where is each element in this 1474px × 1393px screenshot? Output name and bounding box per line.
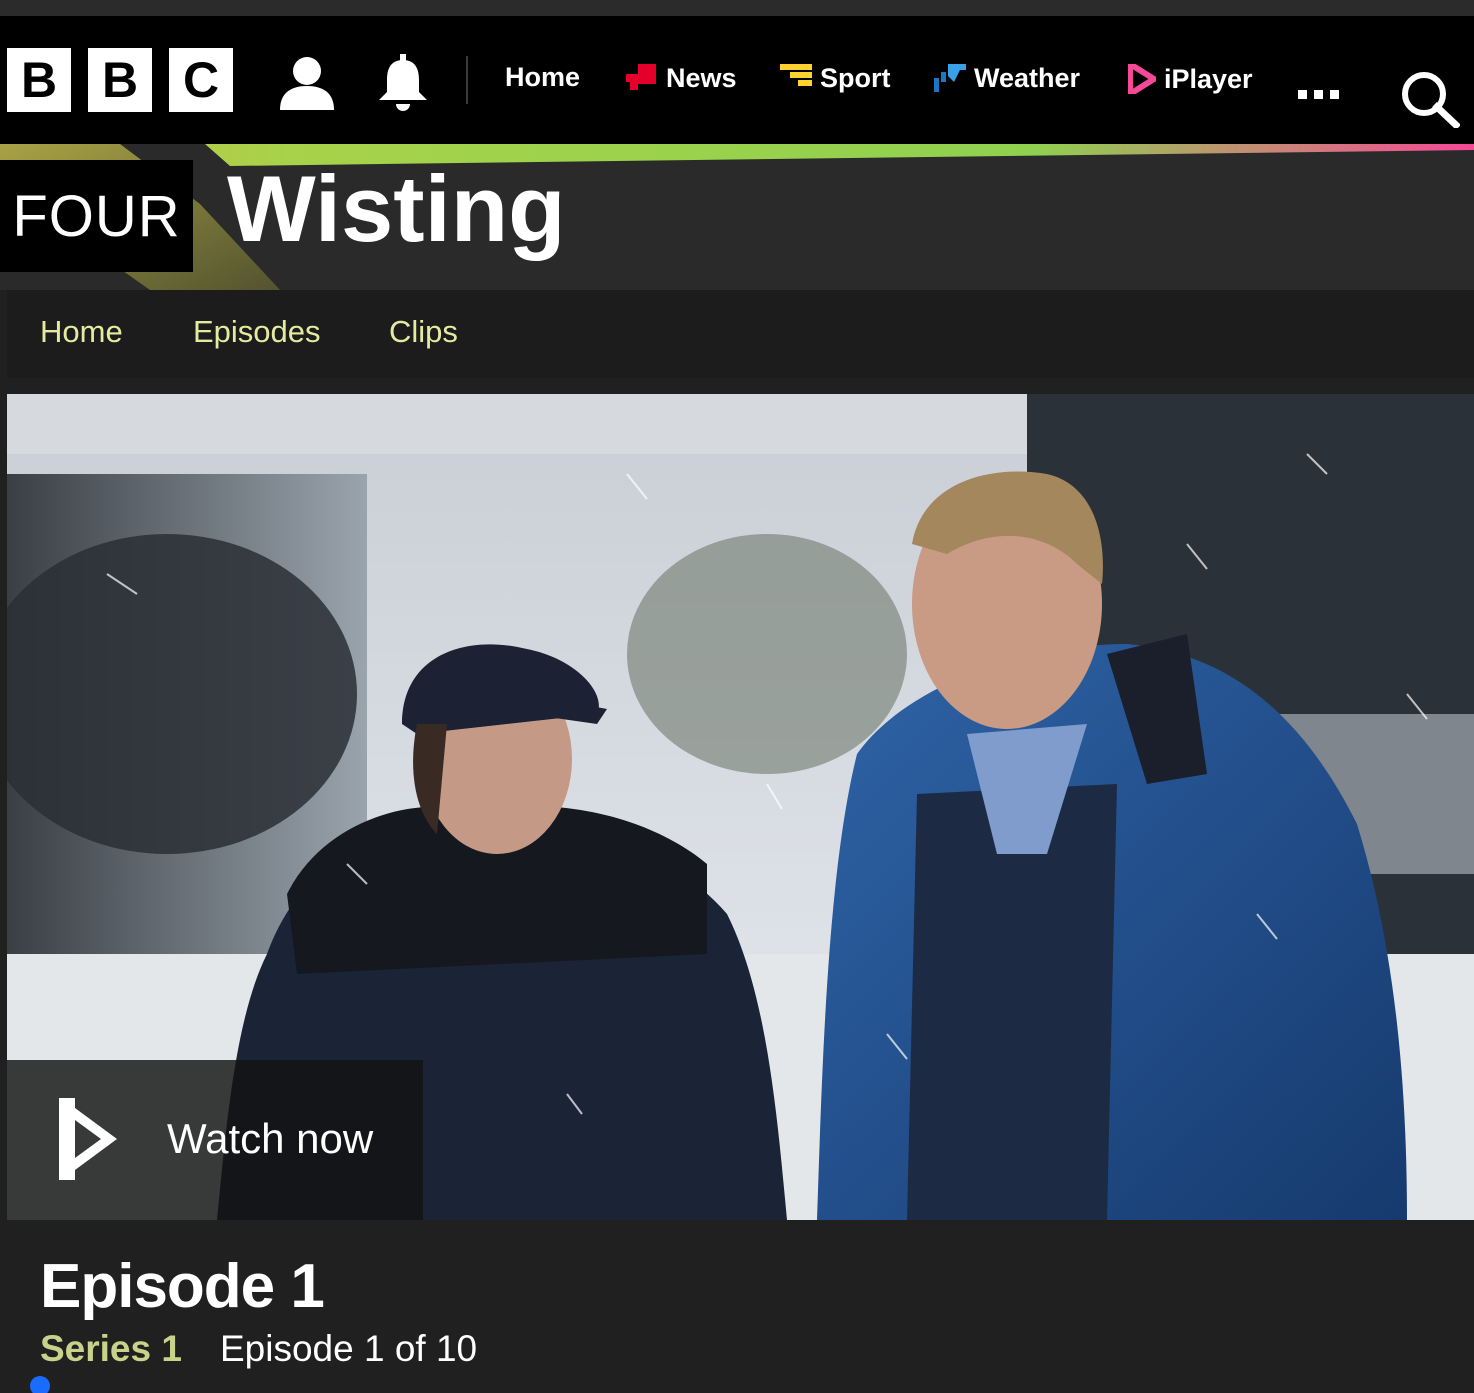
bbc-logo-block: B bbox=[88, 48, 152, 112]
channel-logo[interactable]: FOUR bbox=[0, 160, 193, 272]
watch-now-label: Watch now bbox=[167, 1115, 374, 1162]
bbc-logo-block: B bbox=[7, 48, 71, 112]
nav-iplayer-label: iPlayer bbox=[1164, 63, 1253, 94]
nav-sport[interactable]: Sport bbox=[780, 64, 891, 92]
news-icon bbox=[626, 64, 656, 90]
nav-sport-label: Sport bbox=[820, 62, 891, 93]
subnav-episodes[interactable]: Episodes bbox=[193, 316, 321, 347]
subnav-clips[interactable]: Clips bbox=[389, 316, 458, 347]
programme-subnav: Home Episodes Clips bbox=[7, 290, 1474, 378]
nav-iplayer[interactable]: iPlayer bbox=[1128, 64, 1253, 94]
weather-icon bbox=[934, 64, 966, 92]
focus-indicator bbox=[30, 1376, 50, 1393]
iplayer-icon bbox=[1128, 64, 1156, 94]
nav-news-label: News bbox=[666, 62, 737, 93]
watch-now-button[interactable]: Watch now bbox=[7, 1060, 423, 1220]
masthead-divider bbox=[466, 56, 468, 104]
nav-weather[interactable]: Weather bbox=[934, 64, 1080, 92]
brand-gradient-decoration bbox=[0, 144, 1474, 290]
more-icon[interactable] bbox=[1298, 90, 1339, 99]
sport-icon bbox=[780, 64, 812, 86]
nav-home-label: Home bbox=[505, 62, 581, 92]
nav-home[interactable]: Home bbox=[505, 64, 580, 91]
bell-icon[interactable] bbox=[374, 54, 432, 112]
hero-image[interactable]: Watch now bbox=[7, 394, 1474, 1220]
browser-top-strip bbox=[0, 0, 1474, 16]
episode-position: Episode 1 of 10 bbox=[220, 1328, 478, 1369]
programme-title[interactable]: Wisting bbox=[227, 162, 566, 256]
bbc-masthead: B B C Home News Sport Weather iPlayer bbox=[0, 16, 1474, 144]
iplayer-play-icon bbox=[59, 1098, 117, 1180]
programme-brand-band: FOUR Wisting bbox=[0, 144, 1474, 290]
nav-weather-label: Weather bbox=[974, 62, 1081, 93]
series-link[interactable]: Series 1 bbox=[40, 1330, 182, 1367]
episode-title: Episode 1 bbox=[40, 1252, 325, 1321]
bbc-logo-block: C bbox=[169, 48, 233, 112]
nav-news[interactable]: News bbox=[626, 64, 737, 92]
bbc-logo[interactable]: B B C bbox=[7, 48, 233, 112]
subnav-home[interactable]: Home bbox=[40, 316, 123, 347]
search-icon[interactable] bbox=[1400, 70, 1460, 128]
account-icon[interactable] bbox=[278, 54, 336, 110]
